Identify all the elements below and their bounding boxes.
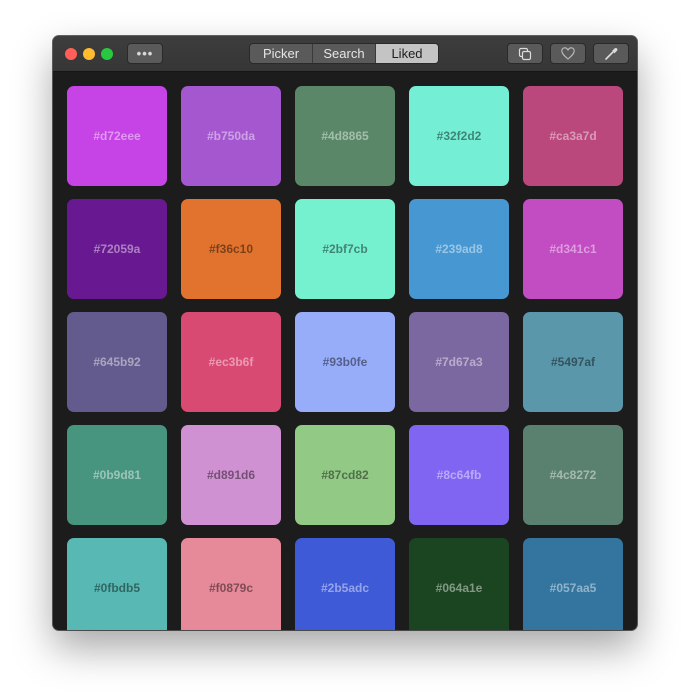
color-swatch[interactable]: #32f2d2	[409, 86, 509, 186]
color-swatch-hex-label: #7d67a3	[435, 355, 483, 369]
color-swatch-hex-label: #ec3b6f	[208, 355, 254, 369]
eyedropper-icon	[605, 47, 618, 60]
color-swatch-hex-label: #2b5adc	[320, 581, 370, 595]
color-swatch-hex-label: #d891d6	[206, 468, 256, 482]
tab-liked[interactable]: Liked	[376, 44, 438, 63]
color-swatch-hex-label: #b750da	[206, 129, 256, 143]
heart-icon	[561, 47, 575, 60]
color-swatch[interactable]: #d72eee	[67, 86, 167, 186]
color-swatch-hex-label: #d341c1	[549, 242, 597, 256]
zoom-window-button[interactable]	[101, 48, 113, 60]
color-swatch[interactable]: #645b92	[67, 312, 167, 412]
color-swatch[interactable]: #057aa5	[523, 538, 623, 630]
tab-search[interactable]: Search	[313, 44, 376, 63]
eyedropper-button[interactable]	[593, 43, 629, 64]
color-swatch-hex-label: #645b92	[93, 355, 141, 369]
color-swatch[interactable]: #0fbdb5	[67, 538, 167, 630]
color-swatch[interactable]: #d891d6	[181, 425, 281, 525]
copy-icon	[518, 47, 532, 60]
color-swatch[interactable]: #2bf7cb	[295, 199, 395, 299]
color-swatch-hex-label: #93b0fe	[322, 355, 368, 369]
color-swatch[interactable]: #ca3a7d	[523, 86, 623, 186]
color-swatch[interactable]: #72059a	[67, 199, 167, 299]
color-swatch[interactable]: #93b0fe	[295, 312, 395, 412]
color-swatch[interactable]: #0b9d81	[67, 425, 167, 525]
color-swatch[interactable]: #b750da	[181, 86, 281, 186]
like-button[interactable]	[550, 43, 586, 64]
color-swatch[interactable]: #f36c10	[181, 199, 281, 299]
more-label: •••	[136, 46, 154, 61]
color-swatch[interactable]: #8c64fb	[409, 425, 509, 525]
color-swatch-hex-label: #87cd82	[321, 468, 369, 482]
color-swatch-hex-label: #ca3a7d	[549, 129, 597, 143]
more-options-button[interactable]: •••	[127, 43, 163, 64]
color-swatch[interactable]: #4c8272	[523, 425, 623, 525]
color-swatch-hex-label: #0b9d81	[92, 468, 142, 482]
color-swatch[interactable]: #f0879c	[181, 538, 281, 630]
minimize-window-button[interactable]	[83, 48, 95, 60]
color-swatch-hex-label: #4d8865	[321, 129, 369, 143]
color-swatch[interactable]: #5497af	[523, 312, 623, 412]
mode-tabs: Picker Search Liked	[249, 43, 439, 64]
color-swatch-hex-label: #064a1e	[435, 581, 483, 595]
color-swatch[interactable]: #239ad8	[409, 199, 509, 299]
close-window-button[interactable]	[65, 48, 77, 60]
app-window: ••• Picker Search Liked #d72eee #b750da #4…	[53, 36, 637, 630]
color-swatch[interactable]: #2b5adc	[295, 538, 395, 630]
tab-picker[interactable]: Picker	[250, 44, 313, 63]
color-swatch-hex-label: #057aa5	[549, 581, 597, 595]
color-swatch-hex-label: #f0879c	[208, 581, 254, 595]
color-swatch[interactable]: #064a1e	[409, 538, 509, 630]
color-swatch-hex-label: #4c8272	[549, 468, 597, 482]
color-swatch[interactable]: #87cd82	[295, 425, 395, 525]
copy-button[interactable]	[507, 43, 543, 64]
color-swatch[interactable]: #ec3b6f	[181, 312, 281, 412]
color-swatch-hex-label: #5497af	[550, 355, 596, 369]
color-swatch-hex-label: #32f2d2	[436, 129, 482, 143]
title-bar: ••• Picker Search Liked	[53, 36, 637, 72]
color-swatch-hex-label: #f36c10	[208, 242, 254, 256]
color-swatch-hex-label: #8c64fb	[436, 468, 482, 482]
color-swatch-hex-label: #72059a	[93, 242, 141, 256]
color-swatch[interactable]: #7d67a3	[409, 312, 509, 412]
color-swatch[interactable]: #4d8865	[295, 86, 395, 186]
color-swatch-hex-label: #d72eee	[93, 129, 141, 143]
color-swatch-hex-label: #0fbdb5	[93, 581, 140, 595]
color-swatch-hex-label: #239ad8	[435, 242, 483, 256]
color-swatch[interactable]: #d341c1	[523, 199, 623, 299]
color-swatch-hex-label: #2bf7cb	[322, 242, 368, 256]
